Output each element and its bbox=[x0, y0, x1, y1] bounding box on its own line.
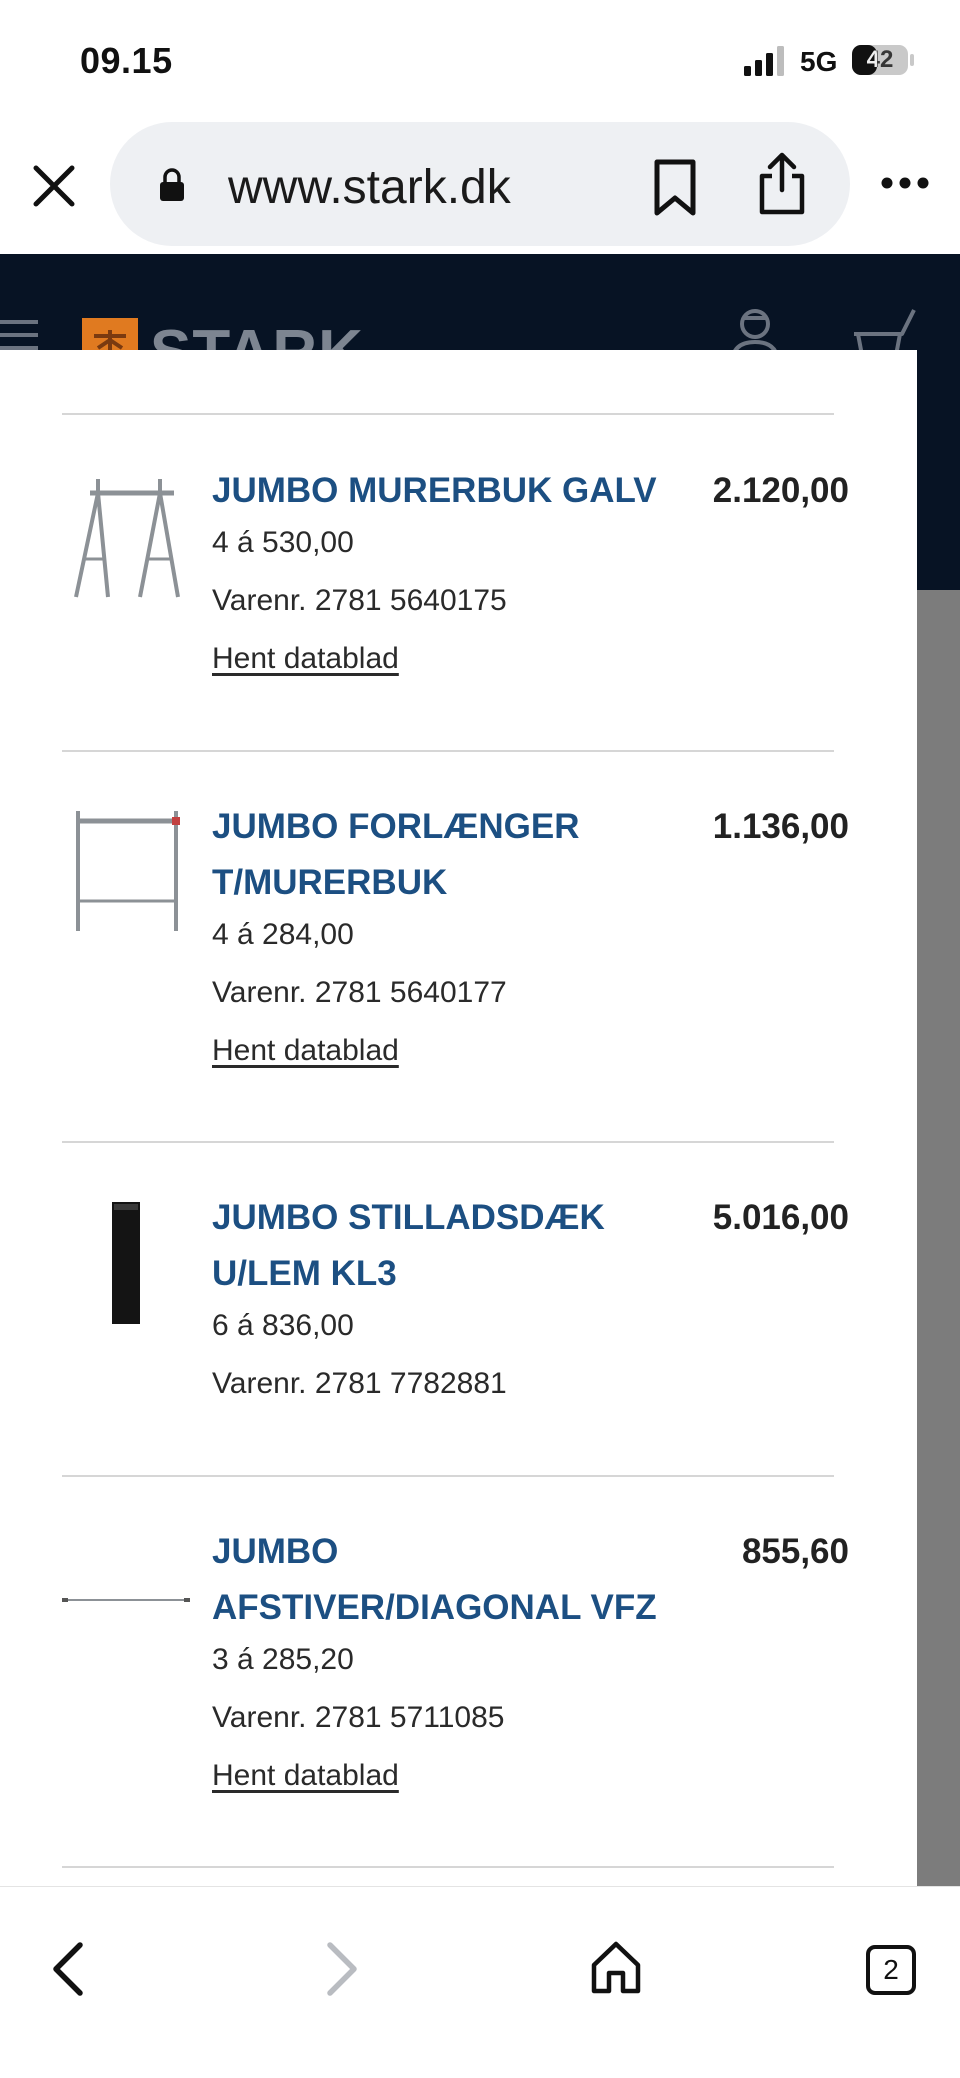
datasheet-link[interactable]: Hent datablad bbox=[212, 1756, 399, 1796]
product-price: 2.120,00 bbox=[712, 471, 849, 510]
close-icon[interactable] bbox=[30, 162, 78, 210]
datasheet-link[interactable]: Hent datablad bbox=[212, 1031, 399, 1071]
status-time: 09.15 bbox=[80, 40, 173, 81]
battery-icon: 42 bbox=[851, 44, 915, 76]
product-image-murerbuk[interactable] bbox=[62, 471, 192, 611]
tabs-count: 2 bbox=[883, 1954, 899, 1985]
divider bbox=[62, 413, 834, 415]
home-icon[interactable] bbox=[590, 1939, 642, 1995]
address-bar[interactable]: www.stark.dk bbox=[110, 122, 850, 246]
back-icon[interactable] bbox=[48, 1939, 88, 1999]
product-item-number: Varenr. 2781 5711085 bbox=[212, 1701, 505, 1734]
browser-toolbar: 2 bbox=[0, 1886, 960, 2078]
browser-bar: www.stark.dk bbox=[0, 110, 960, 254]
cart-panel: JUMBO MURERBUK GALV 2.120,00 4 á 530,00 … bbox=[0, 350, 917, 1886]
product-image-forlaenger[interactable] bbox=[62, 807, 192, 947]
forward-icon[interactable] bbox=[322, 1939, 362, 1999]
datasheet-link[interactable]: Hent datablad bbox=[212, 639, 399, 679]
more-icon[interactable] bbox=[880, 176, 930, 190]
product-price: 855,60 bbox=[741, 1532, 849, 1571]
bookmark-icon[interactable] bbox=[650, 158, 700, 218]
network-label: 5G bbox=[800, 46, 838, 77]
product-quantity: 3 á 285,20 bbox=[212, 1643, 354, 1676]
product-image-stilladsdaek[interactable] bbox=[62, 1198, 192, 1338]
divider bbox=[62, 1866, 834, 1868]
product-quantity: 6 á 836,00 bbox=[212, 1309, 354, 1342]
product-quantity: 4 á 284,00 bbox=[212, 918, 354, 951]
product-price: 5.016,00 bbox=[712, 1198, 849, 1237]
divider bbox=[62, 750, 834, 752]
product-name[interactable]: JUMBO FORLÆNGER T/MURERBUK bbox=[212, 799, 682, 911]
share-icon[interactable] bbox=[756, 152, 808, 216]
signal-icon bbox=[744, 46, 784, 76]
lock-icon bbox=[160, 168, 184, 201]
product-name[interactable]: JUMBO AFSTIVER/DIAGONAL VFZ bbox=[212, 1524, 682, 1636]
scrollbar-track[interactable] bbox=[917, 590, 960, 1886]
product-quantity: 4 á 530,00 bbox=[212, 526, 354, 559]
battery-level: 42 bbox=[866, 46, 894, 73]
product-price: 1.136,00 bbox=[712, 807, 849, 846]
product-image-afstiver[interactable] bbox=[62, 1532, 192, 1672]
product-item-number: Varenr. 2781 7782881 bbox=[212, 1367, 507, 1400]
product-item-number: Varenr. 2781 5640177 bbox=[212, 976, 507, 1009]
status-bar: 09.15 5G 42 bbox=[0, 0, 960, 110]
url-text[interactable]: www.stark.dk bbox=[228, 160, 511, 215]
tabs-button[interactable]: 2 bbox=[866, 1945, 916, 1995]
menu-icon[interactable] bbox=[0, 320, 38, 350]
divider bbox=[62, 1475, 834, 1477]
product-item-number: Varenr. 2781 5640175 bbox=[212, 584, 507, 617]
product-name[interactable]: JUMBO STILLADSDÆK U/LEM KL3 bbox=[212, 1190, 682, 1302]
product-name[interactable]: JUMBO MURERBUK GALV bbox=[212, 463, 682, 519]
divider bbox=[62, 1141, 834, 1143]
